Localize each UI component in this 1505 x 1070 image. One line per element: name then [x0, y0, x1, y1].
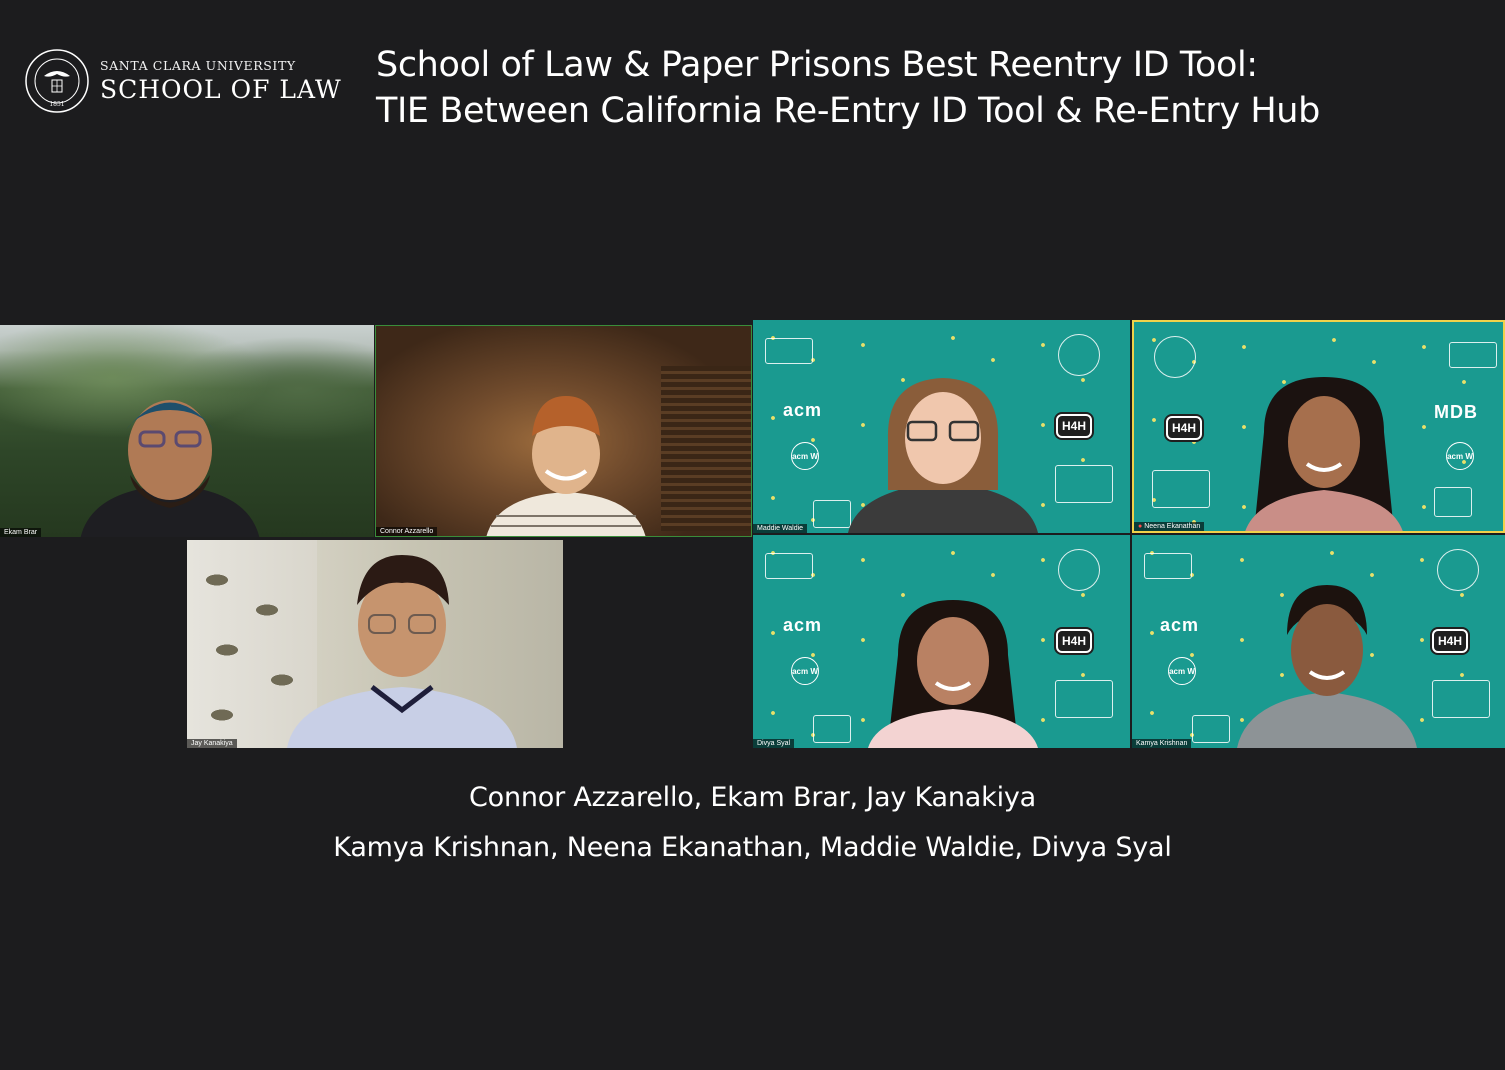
participant-name-label: Kamya Krishnan [1132, 739, 1192, 748]
acm-logo: acm [783, 615, 823, 635]
h4h-logo: H4H [1056, 629, 1093, 653]
globe-doodle-icon [1058, 334, 1100, 376]
video-tile-neena[interactable]: MDB acm W H4H ● Neena Ekanathan [1132, 320, 1505, 533]
svg-text:1851: 1851 [49, 101, 64, 108]
participant-avatar [486, 396, 646, 536]
acmw-badge-icon: acm W [791, 657, 819, 685]
acmw-badge-icon: acm W [1168, 657, 1196, 685]
keyboard-doodle-icon [1144, 553, 1192, 579]
acm-logo: acm [1160, 615, 1200, 635]
keyboard-doodle-icon [765, 338, 813, 364]
page-title: School of Law & Paper Prisons Best Reent… [376, 42, 1491, 134]
calendar-doodle-icon [1434, 487, 1472, 517]
keyboard-doodle-icon [1449, 342, 1497, 368]
university-seal-icon: 1851 [25, 49, 89, 113]
title-line-2: TIE Between California Re-Entry ID Tool … [376, 91, 1320, 131]
participant-name-label: Connor Azzarello [376, 527, 438, 536]
acmw-badge-icon: acm W [791, 442, 819, 470]
logo-school-text: SCHOOL OF LAW [100, 75, 342, 104]
team-names-line-1: Connor Azzarello, Ekam Brar, Jay Kanakiy… [468, 782, 1036, 813]
keyboard-doodle-icon [765, 553, 813, 579]
calendar-doodle-icon [813, 715, 851, 743]
participant-avatar [848, 378, 1038, 533]
participant-name-label: ● Neena Ekanathan [1134, 522, 1205, 531]
muted-mic-icon: ● [1138, 523, 1143, 530]
window-blinds [661, 366, 751, 531]
participant-avatar [868, 600, 1038, 748]
participant-name-label: Maddie Waldie [753, 524, 808, 533]
video-tile-jay[interactable]: Jay Kanakiya [187, 540, 563, 748]
participant-name-label: Ekam Brar [0, 528, 42, 537]
globe-doodle-icon [1437, 549, 1479, 591]
participant-avatar [80, 400, 260, 537]
acm-logo: acm [783, 400, 823, 420]
participant-avatar [1245, 377, 1403, 531]
h4h-logo: H4H [1432, 629, 1469, 653]
code-window-doodle-icon [1152, 470, 1210, 508]
video-tile-maddie[interactable]: acm acm W H4H Maddie Waldie [753, 320, 1130, 533]
video-tile-divya[interactable]: acm acm W H4H Divya Syal [753, 535, 1130, 748]
code-window-doodle-icon [1432, 680, 1490, 718]
code-window-doodle-icon [1055, 680, 1113, 718]
team-names-line-2: Kamya Krishnan, Neena Ekanathan, Maddie … [333, 832, 1172, 863]
code-window-doodle-icon [1055, 465, 1113, 503]
logo-university-text: SANTA CLARA UNIVERSITY [100, 58, 296, 73]
participant-name-label: Divya Syal [753, 739, 795, 748]
video-tile-kamya[interactable]: acm acm W H4H Kamya Krishnan [1132, 535, 1505, 748]
participant-avatar [287, 555, 517, 748]
calendar-doodle-icon [813, 500, 851, 528]
mdb-logo: MDB [1434, 402, 1478, 422]
calendar-doodle-icon [1192, 715, 1230, 743]
video-tile-ekam[interactable]: Ekam Brar [0, 325, 374, 537]
globe-doodle-icon [1058, 549, 1100, 591]
acmw-badge-icon: acm W [1446, 442, 1474, 470]
globe-doodle-icon [1154, 336, 1196, 378]
scu-law-logo: 1851 SANTA CLARA UNIVERSITY SCHOOL OF LA… [24, 48, 342, 114]
participant-avatar [1237, 585, 1417, 748]
title-line-1: School of Law & Paper Prisons Best Reent… [376, 45, 1258, 85]
h4h-logo: H4H [1056, 414, 1093, 438]
video-tile-connor[interactable]: Connor Azzarello [375, 325, 752, 537]
h4h-logo: H4H [1166, 416, 1203, 440]
participant-name-label: Jay Kanakiya [187, 739, 237, 748]
